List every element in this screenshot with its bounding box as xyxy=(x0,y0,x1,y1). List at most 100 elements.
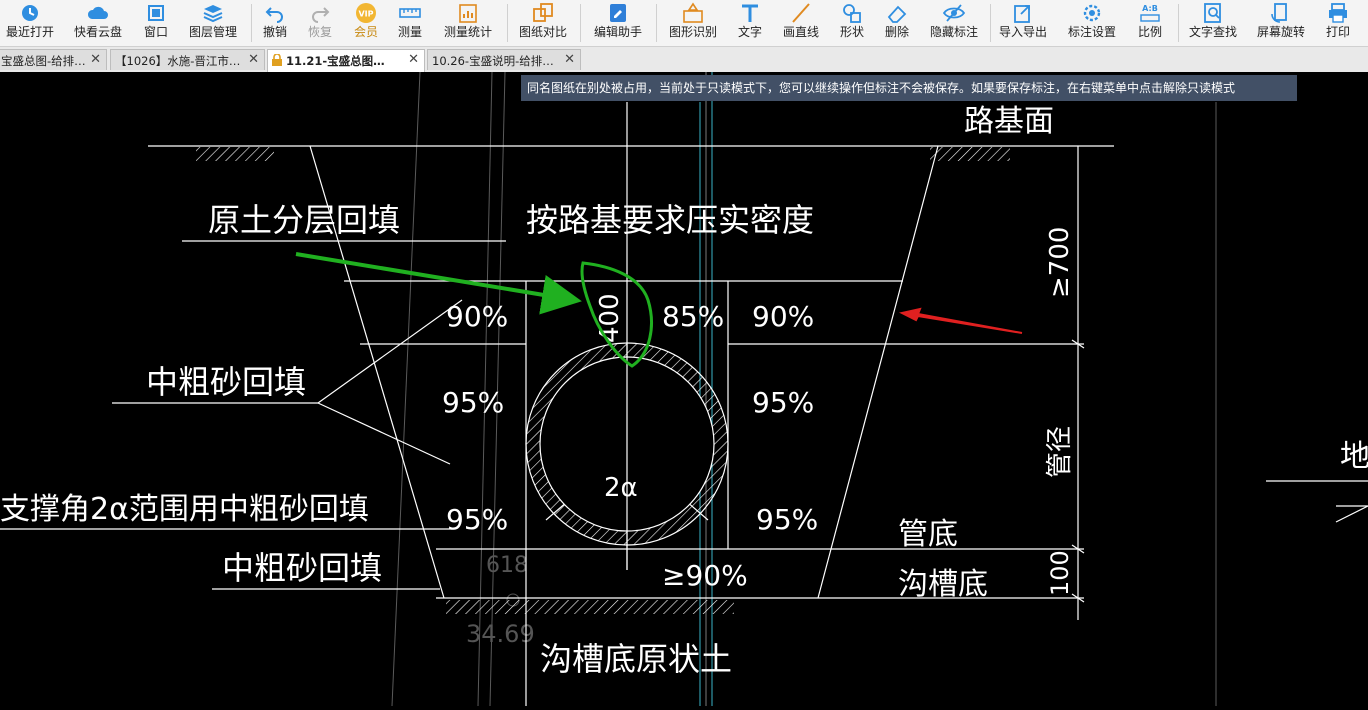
layer-manage-button[interactable]: 图层管理 xyxy=(184,0,242,46)
mark-settings-label: 标注设置 xyxy=(1067,25,1116,39)
red-arrow[interactable] xyxy=(899,307,1023,334)
faint-label-2: 34.69 xyxy=(466,620,535,648)
green-arrow[interactable] xyxy=(295,252,582,315)
delete-label: 删除 xyxy=(884,25,909,39)
recent-open-button[interactable]: 最近打开 xyxy=(0,0,60,46)
screen-rotate-label: 屏幕旋转 xyxy=(1256,25,1305,39)
main-toolbar: 最近打开 快看云盘 窗口 图层管理 撤销 恢复 VIP 会员 测量 测量统计 图… xyxy=(0,0,1368,47)
shape-label: 形状 xyxy=(839,25,864,39)
tab-label: 11.21-宝盛总图… xyxy=(286,54,385,68)
scale-label: 比例 xyxy=(1137,25,1162,39)
vip-badge-text: VIP xyxy=(358,10,373,19)
import-export-label: 导入导出 xyxy=(998,25,1047,39)
measure-label: 测量 xyxy=(397,25,422,39)
text-search-icon xyxy=(1204,3,1221,23)
print-button[interactable]: 打印 xyxy=(1318,0,1358,46)
tab-label: 【1026】水施-晋江市… xyxy=(115,54,241,68)
cloud-quick-label: 快看云盘 xyxy=(73,25,122,39)
label-road-base-surface: 路基面 xyxy=(964,104,1054,139)
cloud-quick-button[interactable]: 快看云盘 xyxy=(68,0,128,46)
measure-stats-label: 测量统计 xyxy=(443,25,492,39)
close-icon[interactable]: ✕ xyxy=(564,52,575,67)
edit-assistant-button[interactable]: 编辑助手 xyxy=(586,0,650,46)
shape-recognize-label: 图形识别 xyxy=(668,25,717,39)
redo-label: 恢复 xyxy=(307,25,332,39)
lock-icon xyxy=(272,54,282,66)
hide-marks-button[interactable]: 隐藏标注 xyxy=(924,0,984,46)
vip-label: 会员 xyxy=(353,25,378,39)
stats-chart-icon xyxy=(459,4,477,23)
close-icon[interactable]: ✕ xyxy=(90,52,101,67)
scale-button[interactable]: A:B 比例 xyxy=(1130,0,1170,46)
window-button[interactable]: 窗口 xyxy=(134,0,178,46)
pct-90-right: 90% xyxy=(752,300,814,333)
layer-manage-label: 图层管理 xyxy=(188,25,237,39)
label-medium-coarse-sand-backfill-1: 中粗砂回填 xyxy=(146,363,306,401)
edit-assistant-icon xyxy=(610,4,626,22)
layers-icon xyxy=(203,5,223,23)
tab-label: 10.26-宝盛说明-给排… xyxy=(432,54,554,68)
draw-line-button[interactable]: 画直线 xyxy=(776,0,826,46)
measure-button[interactable]: 测量 xyxy=(391,0,429,46)
toolbar-separator xyxy=(580,4,581,42)
pct-ge90: ≥90% xyxy=(662,559,748,592)
eye-hidden-icon xyxy=(942,4,966,22)
screen-rotate-button[interactable]: 屏幕旋转 xyxy=(1252,0,1310,46)
text-tool-label: 文字 xyxy=(737,25,762,39)
undo-label: 撤销 xyxy=(262,25,287,39)
eraser-icon xyxy=(887,5,907,23)
toolbar-separator xyxy=(251,4,252,42)
pct-95-left-low: 95% xyxy=(446,503,508,536)
dim-400: 400 xyxy=(595,293,625,343)
label-2a: 2α xyxy=(604,473,638,503)
close-icon[interactable]: ✕ xyxy=(248,52,259,67)
measure-stats-button[interactable]: 测量统计 xyxy=(437,0,499,46)
tab-document-4[interactable]: 10.26-宝盛说明-给排… ✕ xyxy=(427,49,581,70)
redo-button[interactable]: 恢复 xyxy=(300,0,340,46)
drawing-canvas[interactable]: 618 34.69 路基面 原土分层回填 按路基要求压实密度 中粗砂回填 支撑角… xyxy=(0,71,1368,707)
delete-button[interactable]: 删除 xyxy=(878,0,916,46)
clock-icon xyxy=(22,5,38,21)
undo-icon xyxy=(265,7,283,23)
hide-marks-label: 隐藏标注 xyxy=(929,25,978,39)
cad-drawing: 618 34.69 路基面 原土分层回填 按路基要求压实密度 中粗砂回填 支撑角… xyxy=(0,71,1368,707)
faint-label-1: 618 xyxy=(486,553,528,578)
scale-badge-text: A:B xyxy=(1142,4,1158,13)
label-support-angle-note: 支撑角2α范围用中粗砂回填 xyxy=(0,492,369,527)
undo-button[interactable]: 撤销 xyxy=(256,0,294,46)
text-search-button[interactable]: 文字查找 xyxy=(1184,0,1242,46)
label-original-soil-backfill: 原土分层回填 xyxy=(208,201,400,239)
print-label: 打印 xyxy=(1325,25,1350,39)
tab-document-2[interactable]: 【1026】水施-晋江市… ✕ xyxy=(110,49,265,70)
import-export-button[interactable]: 导入导出 xyxy=(994,0,1052,46)
text-tool-button[interactable]: 文字 xyxy=(732,0,768,46)
label-pipe-bottom: 管底 xyxy=(898,517,958,552)
label-medium-coarse-sand-backfill-2: 中粗砂回填 xyxy=(222,549,382,587)
settings-gear-icon xyxy=(1083,4,1101,22)
mark-settings-button[interactable]: 标注设置 xyxy=(1062,0,1122,46)
pct-95-left-mid: 95% xyxy=(442,386,504,419)
pct-95-right-low: 95% xyxy=(756,503,818,536)
tab-label: 宝盛总图-给排… xyxy=(1,54,86,68)
toolbar-separator xyxy=(1178,4,1179,42)
tab-document-1[interactable]: 宝盛总图-给排… ✕ xyxy=(0,49,107,70)
window-icon xyxy=(148,5,164,21)
label-trench-bottom: 沟槽底 xyxy=(898,567,988,602)
shape-recognize-button[interactable]: 图形识别 xyxy=(662,0,724,46)
dim-100: 100 xyxy=(1046,550,1074,596)
import-export-icon xyxy=(1014,5,1030,23)
close-icon[interactable]: ✕ xyxy=(408,52,419,67)
toolbar-separator xyxy=(507,4,508,42)
compare-icon xyxy=(533,3,553,22)
pct-90-left: 90% xyxy=(446,300,508,333)
redo-icon xyxy=(312,7,330,23)
draw-line-label: 画直线 xyxy=(782,25,819,39)
rotate-icon xyxy=(1271,3,1287,23)
scale-icon: A:B xyxy=(1140,4,1160,22)
vip-button[interactable]: VIP 会员 xyxy=(346,0,386,46)
drawing-compare-button[interactable]: 图纸对比 xyxy=(512,0,574,46)
recent-open-label: 最近打开 xyxy=(5,25,54,39)
tab-document-3-active[interactable]: 11.21-宝盛总图… ✕ xyxy=(267,49,425,72)
shape-button[interactable]: 形状 xyxy=(832,0,872,46)
pipe-cross-section xyxy=(525,342,729,570)
